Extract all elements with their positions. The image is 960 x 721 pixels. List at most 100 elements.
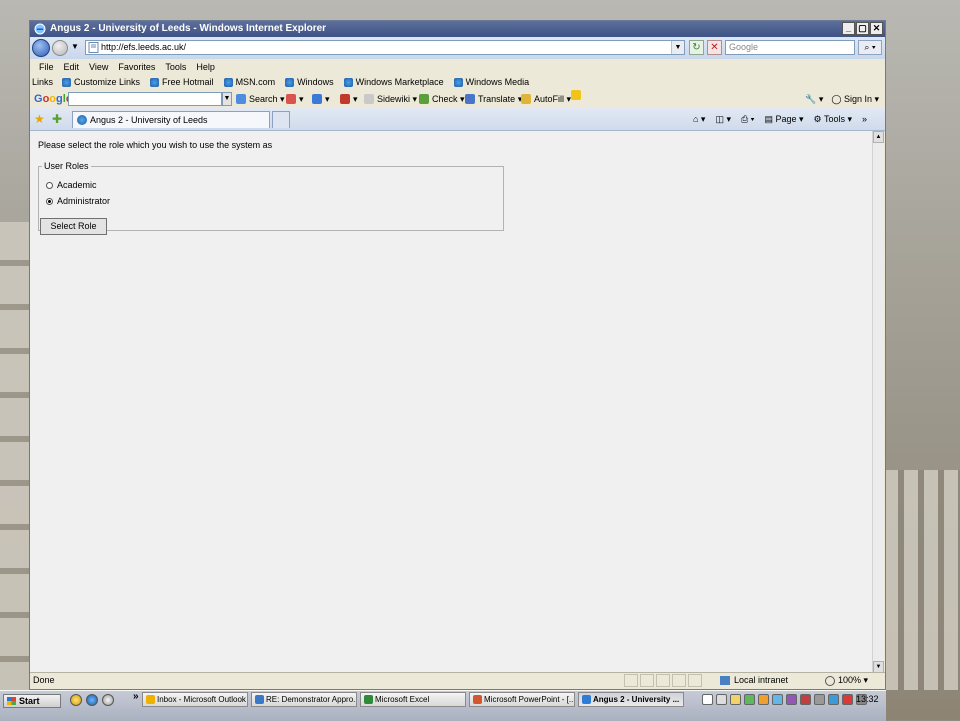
- task-demonstrator-email[interactable]: RE: Demonstrator Appro...: [251, 692, 357, 707]
- chevron-icon[interactable]: »: [862, 108, 867, 130]
- sidewiki-button[interactable]: Sidewiki ▾: [364, 90, 417, 108]
- link-windows-media[interactable]: Windows Media: [449, 75, 535, 90]
- links-bar: Links Customize Links Free Hotmail MSN.c…: [30, 75, 885, 90]
- link-page-icon: [285, 78, 295, 87]
- back-button[interactable]: [32, 39, 50, 57]
- link-hotmail[interactable]: Free Hotmail: [145, 75, 219, 90]
- refresh-button[interactable]: ↻: [689, 40, 704, 55]
- menu-help[interactable]: Help: [191, 59, 220, 75]
- update-icon[interactable]: [828, 694, 839, 705]
- link-msn[interactable]: MSN.com: [219, 75, 281, 90]
- search-input[interactable]: Google: [725, 40, 855, 55]
- sign-in-button[interactable]: ◯ Sign In ▾: [831, 90, 879, 108]
- google-search-dropdown-icon[interactable]: ▼: [222, 92, 232, 106]
- security-zone[interactable]: Local intranet: [720, 673, 788, 688]
- role-academic[interactable]: Academic: [46, 180, 97, 190]
- sync-icon[interactable]: [814, 694, 825, 705]
- print-icon[interactable]: ⎙ ▾: [741, 108, 754, 130]
- select-role-button[interactable]: Select Role: [40, 218, 107, 235]
- link-label: Windows: [297, 77, 334, 87]
- address-dropdown-icon[interactable]: ▼: [671, 41, 684, 54]
- wrench-icon[interactable]: 🔧 ▾: [805, 90, 823, 108]
- feeds-icon[interactable]: ◫ ▾: [715, 108, 731, 130]
- favorites-star-icon[interactable]: ★: [34, 112, 45, 126]
- network-icon[interactable]: [772, 694, 783, 705]
- sidewiki-label: Sidewiki: [377, 94, 411, 104]
- system-tray: [702, 692, 867, 707]
- start-button[interactable]: Start: [3, 694, 61, 708]
- bookmark-tool[interactable]: ▾: [286, 90, 304, 108]
- translate-button[interactable]: Translate ▾: [465, 90, 522, 108]
- forward-button[interactable]: [52, 40, 68, 56]
- zoom-control[interactable]: 100% ▾: [825, 673, 868, 688]
- stop-button[interactable]: ✕: [707, 40, 722, 55]
- link-windows[interactable]: Windows: [280, 75, 339, 90]
- autofill-button[interactable]: AutoFill ▾: [521, 90, 571, 108]
- highlight-tool[interactable]: [571, 90, 584, 100]
- page-menu[interactable]: ▤ Page ▾: [764, 108, 803, 130]
- tab-angus[interactable]: Angus 2 - University of Leeds: [72, 111, 270, 128]
- zoom-icon: [825, 675, 835, 686]
- menu-tools[interactable]: Tools: [160, 59, 191, 75]
- minimize-button[interactable]: _: [842, 22, 855, 35]
- links-label: Links: [32, 77, 54, 87]
- link-customize[interactable]: Customize Links: [57, 75, 145, 90]
- scroll-up-icon[interactable]: ▲: [873, 131, 884, 143]
- pencil-icon: [571, 90, 581, 100]
- task-excel[interactable]: Microsoft Excel: [360, 692, 466, 707]
- quicklaunch-ie-icon[interactable]: [86, 694, 98, 706]
- home-icon[interactable]: ⌂ ▾: [693, 108, 705, 130]
- blocker-tool[interactable]: ▾: [340, 90, 358, 108]
- status-bar: Done Local intranet 100% ▾: [30, 672, 885, 689]
- history-dropdown-icon[interactable]: ▼: [71, 42, 79, 51]
- task-angus-browser[interactable]: Angus 2 - University ...: [578, 692, 684, 707]
- task-powerpoint[interactable]: Microsoft PowerPoint - [...: [469, 692, 575, 707]
- close-button[interactable]: ✕: [870, 22, 883, 35]
- task-label: Microsoft Excel: [375, 695, 430, 704]
- search-icon[interactable]: ⌕ ▾: [858, 40, 882, 55]
- google-search-label: Search: [249, 94, 278, 104]
- mail-icon[interactable]: [730, 694, 741, 705]
- administrator-label: Administrator: [57, 196, 111, 206]
- new-tab-button[interactable]: [272, 111, 290, 128]
- address-bar[interactable]: http://efs.leeds.ac.uk/ ▼: [85, 40, 685, 55]
- add-favorite-icon[interactable]: ✚: [52, 112, 62, 126]
- menu-view[interactable]: View: [84, 59, 113, 75]
- device-icon[interactable]: [716, 694, 727, 705]
- quicklaunch-browser-icon[interactable]: [70, 694, 82, 706]
- translate-icon: [465, 94, 475, 104]
- status-cell: [688, 674, 702, 687]
- google-logo: Google: [34, 93, 72, 105]
- outlook-icon: [146, 695, 155, 704]
- task-label: Angus 2 - University ...: [593, 695, 680, 704]
- share-tool[interactable]: ▾: [312, 90, 330, 108]
- autofill-icon: [521, 94, 531, 104]
- administrator-radio[interactable]: [46, 197, 53, 205]
- security-icon[interactable]: [744, 694, 755, 705]
- academic-radio[interactable]: [46, 181, 53, 189]
- antivirus-icon[interactable]: [800, 694, 811, 705]
- messenger-icon[interactable]: [758, 694, 769, 705]
- tools-menu[interactable]: ⚙ Tools ▾: [814, 108, 852, 130]
- quicklaunch-overflow[interactable]: »: [133, 691, 139, 702]
- role-administrator[interactable]: Administrator: [46, 196, 110, 206]
- spell-check-button[interactable]: Check ▾: [419, 90, 465, 108]
- status-cell: [624, 674, 638, 687]
- chat-icon[interactable]: [786, 694, 797, 705]
- gmail-icon[interactable]: [842, 694, 853, 705]
- menu-favorites[interactable]: Favorites: [113, 59, 160, 75]
- maximize-button[interactable]: ▢: [856, 22, 869, 35]
- address-row: ▼ http://efs.leeds.ac.uk/ ▼ ↻ ✕ Google ⌕…: [30, 37, 885, 59]
- address-url: http://efs.leeds.ac.uk/: [101, 42, 187, 52]
- link-marketplace[interactable]: Windows Marketplace: [339, 75, 449, 90]
- quicklaunch-media-icon[interactable]: [102, 694, 114, 706]
- taskbar: Start » Inbox - Microsoft Outlook RE: De…: [0, 690, 886, 721]
- google-search-input[interactable]: [68, 92, 222, 106]
- menu-file[interactable]: File: [34, 59, 59, 75]
- help-icon[interactable]: [702, 694, 713, 705]
- page-content: Please select the role which you wish to…: [30, 131, 873, 673]
- vertical-scrollbar[interactable]: ▲ ▼: [872, 131, 884, 673]
- google-search-button[interactable]: Search ▾: [236, 90, 285, 108]
- menu-edit[interactable]: Edit: [59, 59, 85, 75]
- task-outlook[interactable]: Inbox - Microsoft Outlook: [142, 692, 248, 707]
